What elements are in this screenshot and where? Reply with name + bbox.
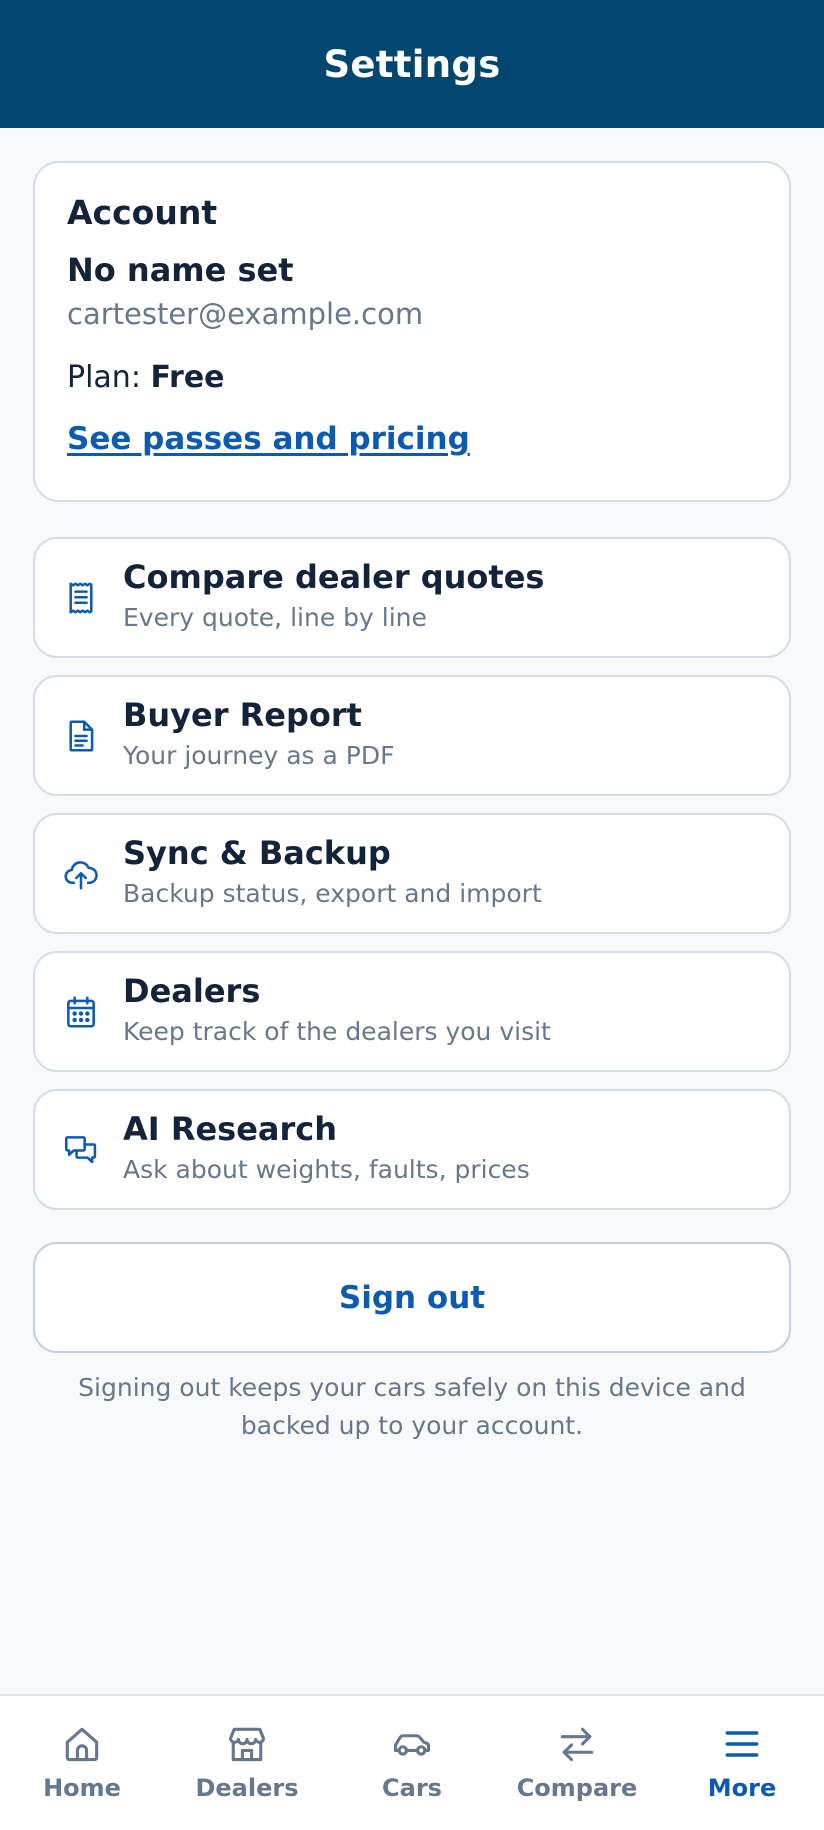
tab-compare[interactable]: Compare (502, 1722, 652, 1822)
account-email: cartester@example.com (67, 297, 424, 331)
pricing-link[interactable]: See passes and pricing (67, 424, 470, 455)
menu-item-subtitle: Every quote, line by line (123, 603, 427, 632)
menu-item-ai-research[interactable]: AI Research Ask about weights, faults, p… (33, 1089, 791, 1210)
menu-item-title: Dealers (123, 972, 261, 1010)
menu-item-title: Sync & Backup (123, 834, 391, 872)
menu-item-title: AI Research (123, 1110, 338, 1148)
menu-item-title: Compare dealer quotes (123, 558, 545, 596)
tab-label: Home (43, 1774, 121, 1802)
menu-item-subtitle: Backup status, export and import (123, 879, 542, 908)
menu-item-dealers[interactable]: Dealers Keep track of the dealers you vi… (33, 951, 791, 1072)
plan-label: Plan: (67, 360, 151, 395)
account-plan: Plan: Free (67, 363, 757, 393)
menu-item-compare-quotes[interactable]: Compare dealer quotes Every quote, line … (33, 537, 791, 658)
tab-cars[interactable]: Cars (337, 1722, 487, 1822)
tab-label: Cars (382, 1774, 442, 1802)
menu-item-buyer-report[interactable]: Buyer Report Your journey as a PDF (33, 675, 791, 796)
chat-bubbles-icon (61, 1130, 101, 1170)
arrows-swap-icon (555, 1722, 599, 1770)
tab-label: Compare (516, 1774, 638, 1802)
menu-item-title: Buyer Report (123, 696, 362, 734)
tab-home[interactable]: Home (7, 1722, 157, 1822)
document-icon (61, 716, 101, 756)
receipt-icon (61, 578, 101, 618)
sign-out-button[interactable]: Sign out (33, 1242, 791, 1353)
home-icon (60, 1722, 104, 1770)
bottom-tab-bar: Home Dealers Cars Compare More (0, 1694, 824, 1830)
menu-item-sync-backup[interactable]: Sync & Backup Backup status, export and … (33, 813, 791, 934)
menu-item-subtitle: Keep track of the dealers you visit (123, 1017, 551, 1046)
tab-dealers[interactable]: Dealers (172, 1722, 322, 1822)
plan-value: Free (150, 360, 225, 395)
calendar-icon (61, 992, 101, 1032)
car-icon (390, 1722, 434, 1770)
sign-out-note: Signing out keeps your cars safely on th… (78, 1373, 746, 1440)
tab-more[interactable]: More (667, 1722, 817, 1822)
menu-item-subtitle: Ask about weights, faults, prices (123, 1155, 530, 1184)
page-title: Settings (323, 42, 501, 86)
storefront-icon (225, 1722, 269, 1770)
account-name: No name set (67, 251, 294, 289)
account-card: Account No name set cartester@example.co… (33, 161, 791, 502)
menu-item-subtitle: Your journey as a PDF (123, 741, 395, 770)
tab-label: More (707, 1774, 777, 1802)
menu-icon (720, 1722, 764, 1770)
tab-label: Dealers (195, 1774, 299, 1802)
cloud-upload-icon (61, 854, 101, 894)
app-header: Settings (0, 0, 824, 128)
account-heading: Account (67, 193, 218, 232)
